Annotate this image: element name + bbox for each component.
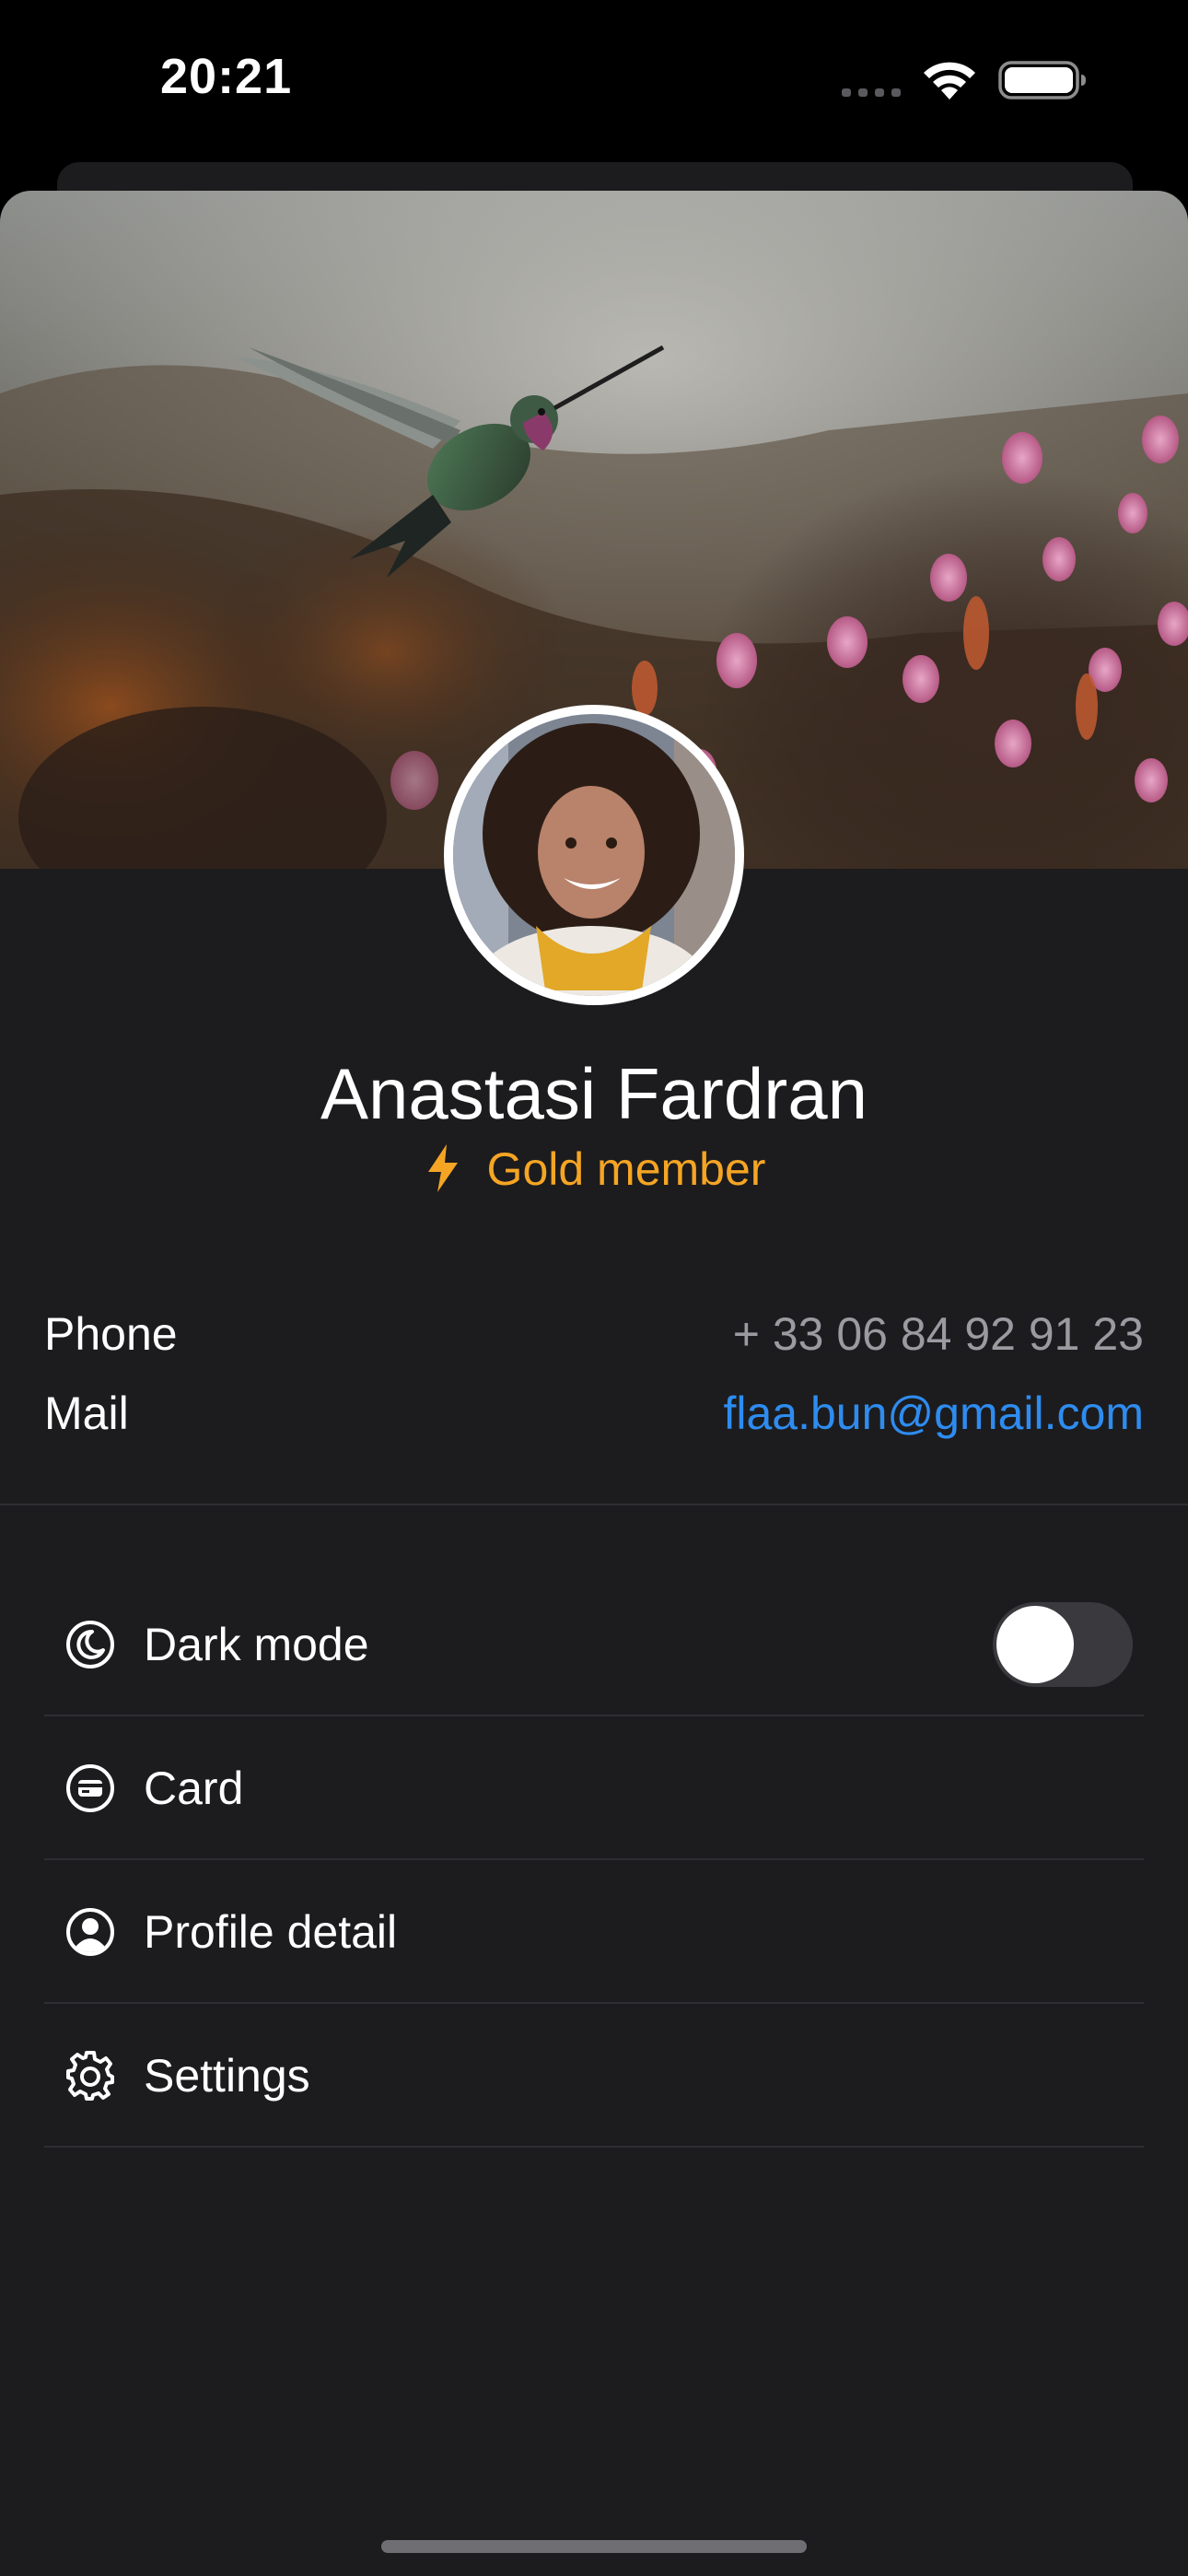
mail-row: Mail flaa.bun@gmail.com xyxy=(44,1387,1144,1446)
avatar-photo xyxy=(453,714,735,996)
phone-label: Phone xyxy=(44,1308,178,1360)
cellular-signal-icon xyxy=(842,88,901,97)
menu-label-dark-mode: Dark mode xyxy=(144,1619,369,1670)
phone-row: Phone + 33 06 84 92 91 23 xyxy=(44,1307,1144,1366)
lightning-bolt-icon xyxy=(427,1144,458,1192)
menu-item-profile-detail[interactable]: Profile detail xyxy=(44,1860,1144,2004)
menu-label-card: Card xyxy=(144,1762,244,1814)
mail-label: Mail xyxy=(44,1388,129,1439)
row-separator xyxy=(44,2146,1144,2148)
battery-icon xyxy=(998,61,1086,100)
gear-icon xyxy=(66,2051,114,2101)
menu-label-profile-detail: Profile detail xyxy=(144,1906,398,1958)
phone-value[interactable]: + 33 06 84 92 91 23 xyxy=(733,1307,1144,1361)
membership-badge: Gold member xyxy=(0,1142,1188,1196)
menu-item-settings[interactable]: Settings xyxy=(44,2004,1144,2148)
profile-sheet: Anastasi Fardran Gold member Phone + 33 … xyxy=(0,191,1188,2576)
dark-mode-toggle[interactable] xyxy=(993,1602,1133,1687)
section-divider xyxy=(0,1504,1188,1505)
home-indicator[interactable] xyxy=(381,2540,807,2553)
card-icon xyxy=(66,1764,114,1812)
avatar[interactable] xyxy=(444,705,744,1005)
toggle-knob xyxy=(996,1606,1074,1683)
membership-label: Gold member xyxy=(486,1143,766,1195)
menu-item-card[interactable]: Card xyxy=(44,1716,1144,1860)
profile-name: Anastasi Fardran xyxy=(320,1053,868,1134)
moon-icon xyxy=(66,1621,114,1669)
menu-label-settings: Settings xyxy=(144,2050,310,2102)
status-time: 20:21 xyxy=(160,49,293,104)
mail-link[interactable]: flaa.bun@gmail.com xyxy=(723,1387,1144,1440)
user-circle-icon xyxy=(66,1908,114,1956)
status-bar: 20:21 xyxy=(0,0,1188,166)
wifi-icon xyxy=(924,62,975,100)
menu-item-dark-mode: Dark mode xyxy=(44,1573,1144,1716)
